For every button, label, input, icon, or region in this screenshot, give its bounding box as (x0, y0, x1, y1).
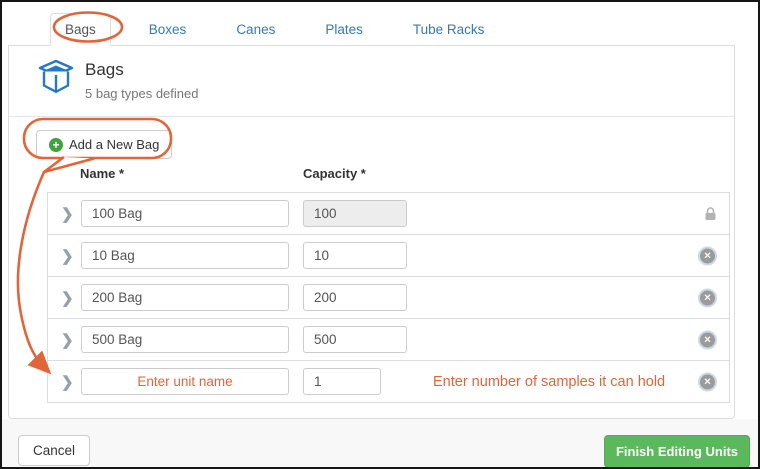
remove-circle-icon[interactable] (698, 372, 717, 391)
bag-row (47, 192, 730, 235)
tab-plates[interactable]: Plates (313, 14, 375, 45)
add-new-bag-button[interactable]: Add a New Bag (36, 130, 173, 159)
open-box-icon (36, 58, 76, 103)
remove-circle-icon[interactable] (698, 246, 717, 265)
remove-circle-icon[interactable] (698, 330, 717, 349)
chevron-right-icon[interactable] (61, 289, 74, 307)
remove-circle-icon[interactable] (698, 288, 717, 307)
footer-bar: Cancel Finish Editing Units (2, 419, 758, 467)
panel-title: Bags (85, 60, 124, 79)
lock-icon (704, 206, 717, 221)
chevron-right-icon[interactable] (61, 331, 74, 349)
panel-subtitle: 5 bag types defined (85, 86, 199, 101)
bag-capacity-input[interactable] (303, 326, 407, 353)
bag-row (47, 318, 730, 361)
chevron-right-icon[interactable] (61, 247, 74, 265)
cancel-button[interactable]: Cancel (18, 435, 91, 466)
bag-row (47, 234, 730, 277)
tab-boxes[interactable]: Boxes (137, 14, 199, 45)
add-new-bag-label: Add a New Bag (69, 137, 160, 152)
bag-name-input[interactable] (81, 326, 289, 353)
bag-capacity-input[interactable] (303, 242, 407, 269)
header-divider (9, 116, 734, 117)
bag-row (47, 276, 730, 319)
bag-capacity-input (303, 200, 407, 227)
column-header-name: Name * (80, 166, 125, 181)
bag-name-input[interactable] (81, 242, 289, 269)
column-header-capacity: Capacity * (303, 166, 366, 181)
finish-editing-units-button[interactable]: Finish Editing Units (603, 435, 750, 467)
chevron-right-icon[interactable] (61, 373, 74, 391)
chevron-right-icon[interactable] (61, 205, 74, 223)
bags-panel: Bags 5 bag types defined Add a New Bag N… (8, 45, 735, 419)
tab-canes[interactable]: Canes (224, 14, 287, 45)
plus-circle-icon (49, 137, 63, 152)
bag-row-new: Enter number of samples it can hold (47, 360, 730, 403)
bag-capacity-input[interactable] (303, 284, 407, 311)
bag-name-input[interactable] (81, 200, 289, 227)
units-editor-window: Bags Boxes Canes Plates Tube Racks Bags … (0, 0, 760, 469)
bag-name-input[interactable] (81, 284, 289, 311)
tab-bags[interactable]: Bags (50, 13, 111, 46)
bag-table: Enter number of samples it can hold (47, 192, 730, 403)
new-bag-capacity-input[interactable] (303, 368, 381, 395)
new-bag-name-input[interactable] (81, 368, 289, 395)
capacity-hint-text: Enter number of samples it can hold (433, 373, 666, 390)
unit-type-tabs: Bags Boxes Canes Plates Tube Racks (8, 11, 735, 46)
tab-tube-racks[interactable]: Tube Racks (401, 14, 497, 45)
